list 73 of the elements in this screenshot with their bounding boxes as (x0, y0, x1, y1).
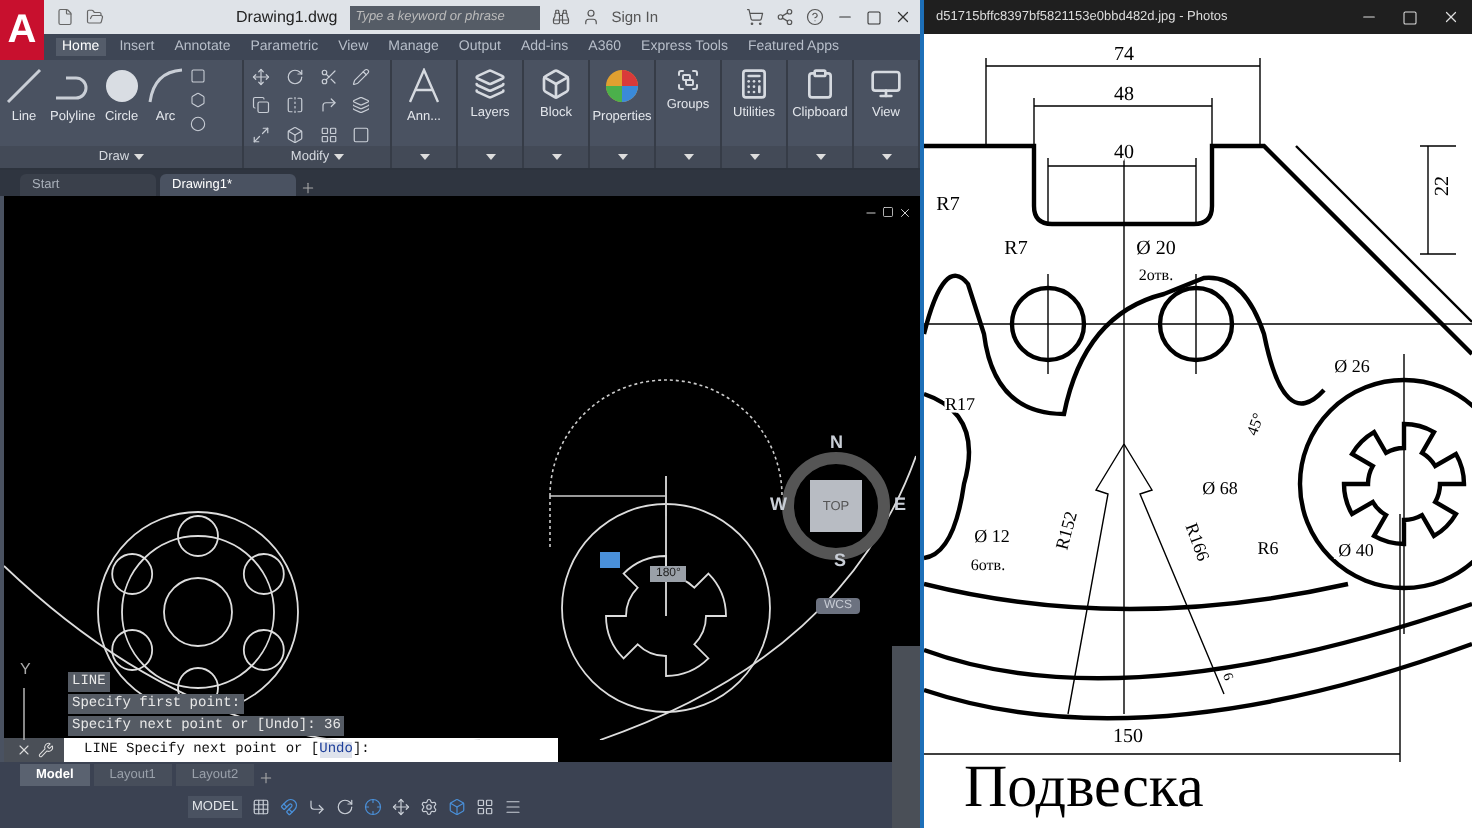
dimension-label: R7 (936, 194, 960, 216)
caret-icon (815, 154, 825, 160)
help-icon[interactable] (806, 8, 824, 26)
snap-icon[interactable] (280, 798, 299, 816)
window-title: Drawing1.dwg (236, 8, 338, 26)
new-file-icon[interactable] (56, 8, 74, 26)
ucs-axis-icon (23, 687, 25, 740)
restore-icon[interactable] (882, 206, 894, 220)
share-icon[interactable] (776, 8, 794, 26)
caret-icon (333, 154, 344, 160)
dimension-label: 40 (1114, 142, 1134, 164)
dimension-label: 48 (1114, 84, 1134, 106)
dimension-label: 150 (1113, 726, 1143, 748)
drawing-title: Подвеска (964, 754, 1204, 820)
arc-icon (147, 68, 184, 104)
group-icon (676, 68, 700, 92)
close-icon[interactable] (894, 8, 912, 26)
caret-icon (683, 154, 693, 160)
compass-label[interactable]: W (770, 494, 787, 514)
binoculars-icon[interactable] (551, 8, 570, 26)
add-tab-icon[interactable] (300, 180, 316, 196)
dimension-label: 6отв. (970, 556, 1006, 574)
clipboard-icon (804, 68, 836, 100)
dimension-label: Ø 68 (1202, 478, 1238, 498)
rectangle-icon[interactable] (189, 68, 206, 84)
dimension-label: Ø 12 (974, 526, 1010, 546)
caret-icon (617, 154, 627, 160)
dimension-label: Ø 20 (1136, 238, 1176, 260)
layout-icon[interactable] (476, 798, 495, 816)
caret-icon (881, 154, 891, 160)
dimension-label: 45° (1243, 410, 1268, 438)
caret-icon (749, 154, 759, 160)
snap-marker-icon (600, 552, 620, 568)
compass-label[interactable]: N (830, 432, 843, 452)
color-wheel-icon (604, 68, 640, 104)
maximize-icon[interactable] (866, 9, 882, 25)
open-folder-icon[interactable] (86, 8, 104, 26)
monitor-icon (870, 68, 902, 100)
layers-icon (474, 68, 506, 100)
compass-label[interactable]: E (894, 494, 907, 514)
wrench-icon[interactable] (37, 742, 53, 758)
dimension-label: Ø 40 (1338, 540, 1374, 560)
caret-icon (419, 154, 429, 160)
dimension-label: R6 (1257, 538, 1279, 558)
axis-label: Y (20, 660, 31, 678)
line-icon (6, 68, 42, 104)
add-layout-icon[interactable] (258, 770, 275, 786)
workspace-icon[interactable] (420, 798, 439, 816)
osnap-icon[interactable] (364, 798, 383, 816)
minimize-icon[interactable] (864, 206, 878, 220)
cart-icon[interactable] (746, 8, 764, 26)
dimension-label: Ø 26 (1334, 356, 1370, 376)
dimension-label: 2отв. (1138, 266, 1174, 284)
sphere-icon (103, 68, 140, 104)
user-icon[interactable] (581, 8, 600, 26)
circle-icon[interactable] (189, 116, 206, 132)
caret-icon (551, 154, 561, 160)
dimension-label: R7 (1004, 238, 1028, 260)
compass-label[interactable]: S (834, 550, 847, 570)
dimension-label: R17 (945, 394, 975, 414)
caret-icon (485, 154, 495, 160)
app-logo[interactable]: A (0, 0, 44, 60)
caret-icon (133, 154, 144, 160)
dimension-label: R152 (1051, 509, 1081, 552)
hexagon-icon[interactable] (189, 92, 206, 108)
cube-icon (540, 68, 572, 100)
calculator-icon (738, 68, 770, 100)
annotation-icon (408, 68, 440, 104)
dimension-label: 74 (1114, 44, 1134, 66)
grid-icon[interactable] (252, 798, 271, 816)
dimension-label: R166 (1181, 520, 1214, 564)
menu-icon[interactable] (504, 798, 523, 816)
dimension-label: 22 (1432, 176, 1454, 196)
